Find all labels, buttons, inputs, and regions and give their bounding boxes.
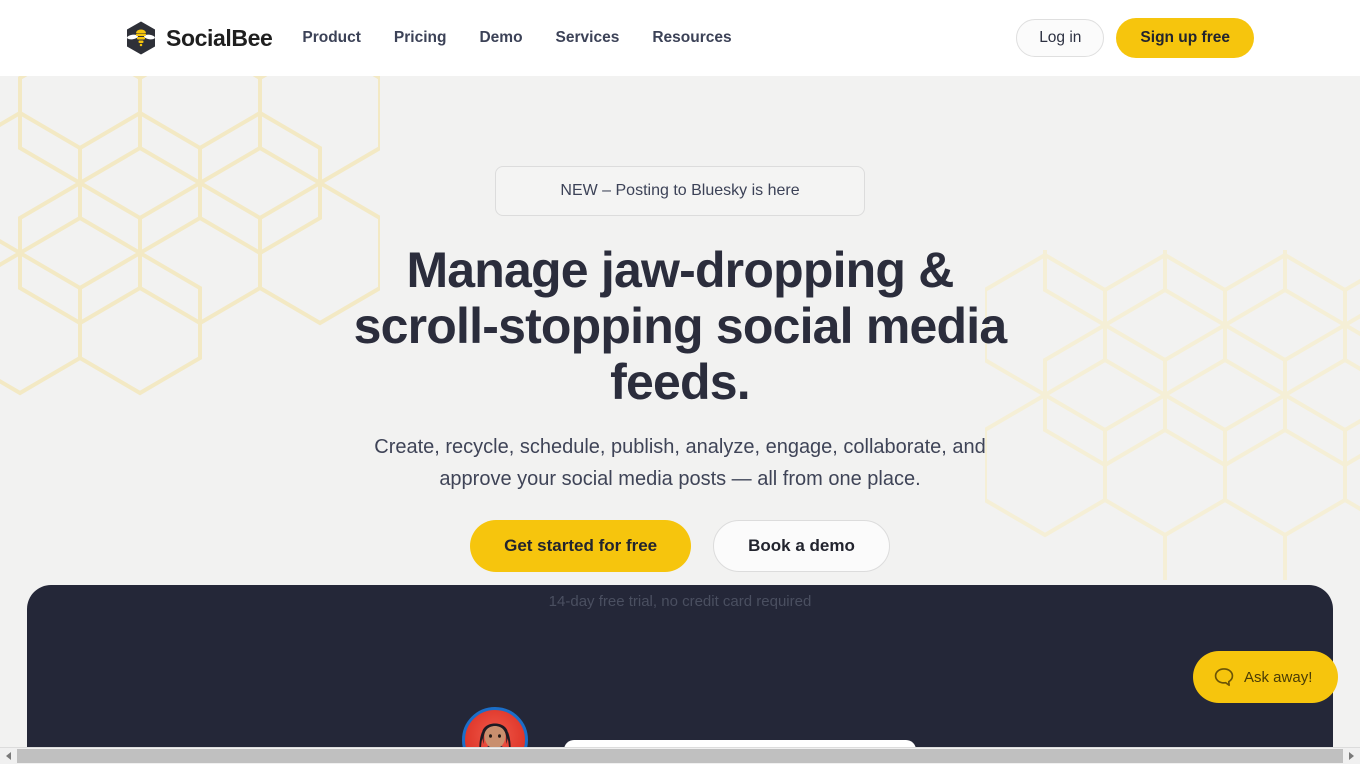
brand-name: SocialBee <box>166 24 273 51</box>
book-a-demo-button[interactable]: Book a demo <box>713 520 890 572</box>
chat-widget-label: Ask away! <box>1244 668 1313 686</box>
sign-up-free-button[interactable]: Sign up free <box>1116 18 1254 58</box>
chat-bubble-icon <box>1214 668 1234 687</box>
header-capsule: SocialBee Product Pricing Demo Services … <box>110 8 1270 68</box>
nav-item-demo[interactable]: Demo <box>479 29 522 47</box>
header-actions: Log in Sign up free <box>1016 18 1254 58</box>
nav-item-services[interactable]: Services <box>556 29 620 47</box>
hero-section: NEW – Posting to Bluesky is here Manage … <box>0 76 1360 610</box>
main-navigation: Product Pricing Demo Services Resources <box>302 29 731 47</box>
bee-hexagon-logo-icon <box>127 21 155 55</box>
site-header: SocialBee Product Pricing Demo Services … <box>0 0 1360 76</box>
free-trial-note: 14-day free trial, no credit card requir… <box>548 593 812 610</box>
announcement-banner[interactable]: NEW – Posting to Bluesky is here <box>495 166 865 216</box>
log-in-button[interactable]: Log in <box>1016 19 1105 57</box>
horizontal-scrollbar[interactable] <box>0 747 1360 764</box>
hero-subtitle: Create, recycle, schedule, publish, anal… <box>374 436 986 490</box>
get-started-for-free-button[interactable]: Get started for free <box>470 520 692 572</box>
scrollbar-thumb[interactable] <box>17 748 1343 763</box>
page-title: Manage jaw-dropping & scroll-stopping so… <box>353 242 1008 410</box>
brand-logo-link[interactable]: SocialBee <box>126 21 273 55</box>
chat-widget-button[interactable]: Ask away! <box>1193 651 1338 703</box>
scrollbar-track[interactable] <box>17 747 1343 764</box>
nav-item-product[interactable]: Product <box>302 29 361 47</box>
page-root: SocialBee Product Pricing Demo Services … <box>0 0 1360 764</box>
nav-item-resources[interactable]: Resources <box>652 29 731 47</box>
nav-item-pricing[interactable]: Pricing <box>394 29 447 47</box>
product-showcase-panel <box>27 585 1333 755</box>
scroll-left-arrow-icon[interactable] <box>0 748 17 764</box>
scroll-right-arrow-icon[interactable] <box>1343 748 1360 764</box>
hero-cta-group: Get started for free Book a demo <box>0 520 1360 572</box>
